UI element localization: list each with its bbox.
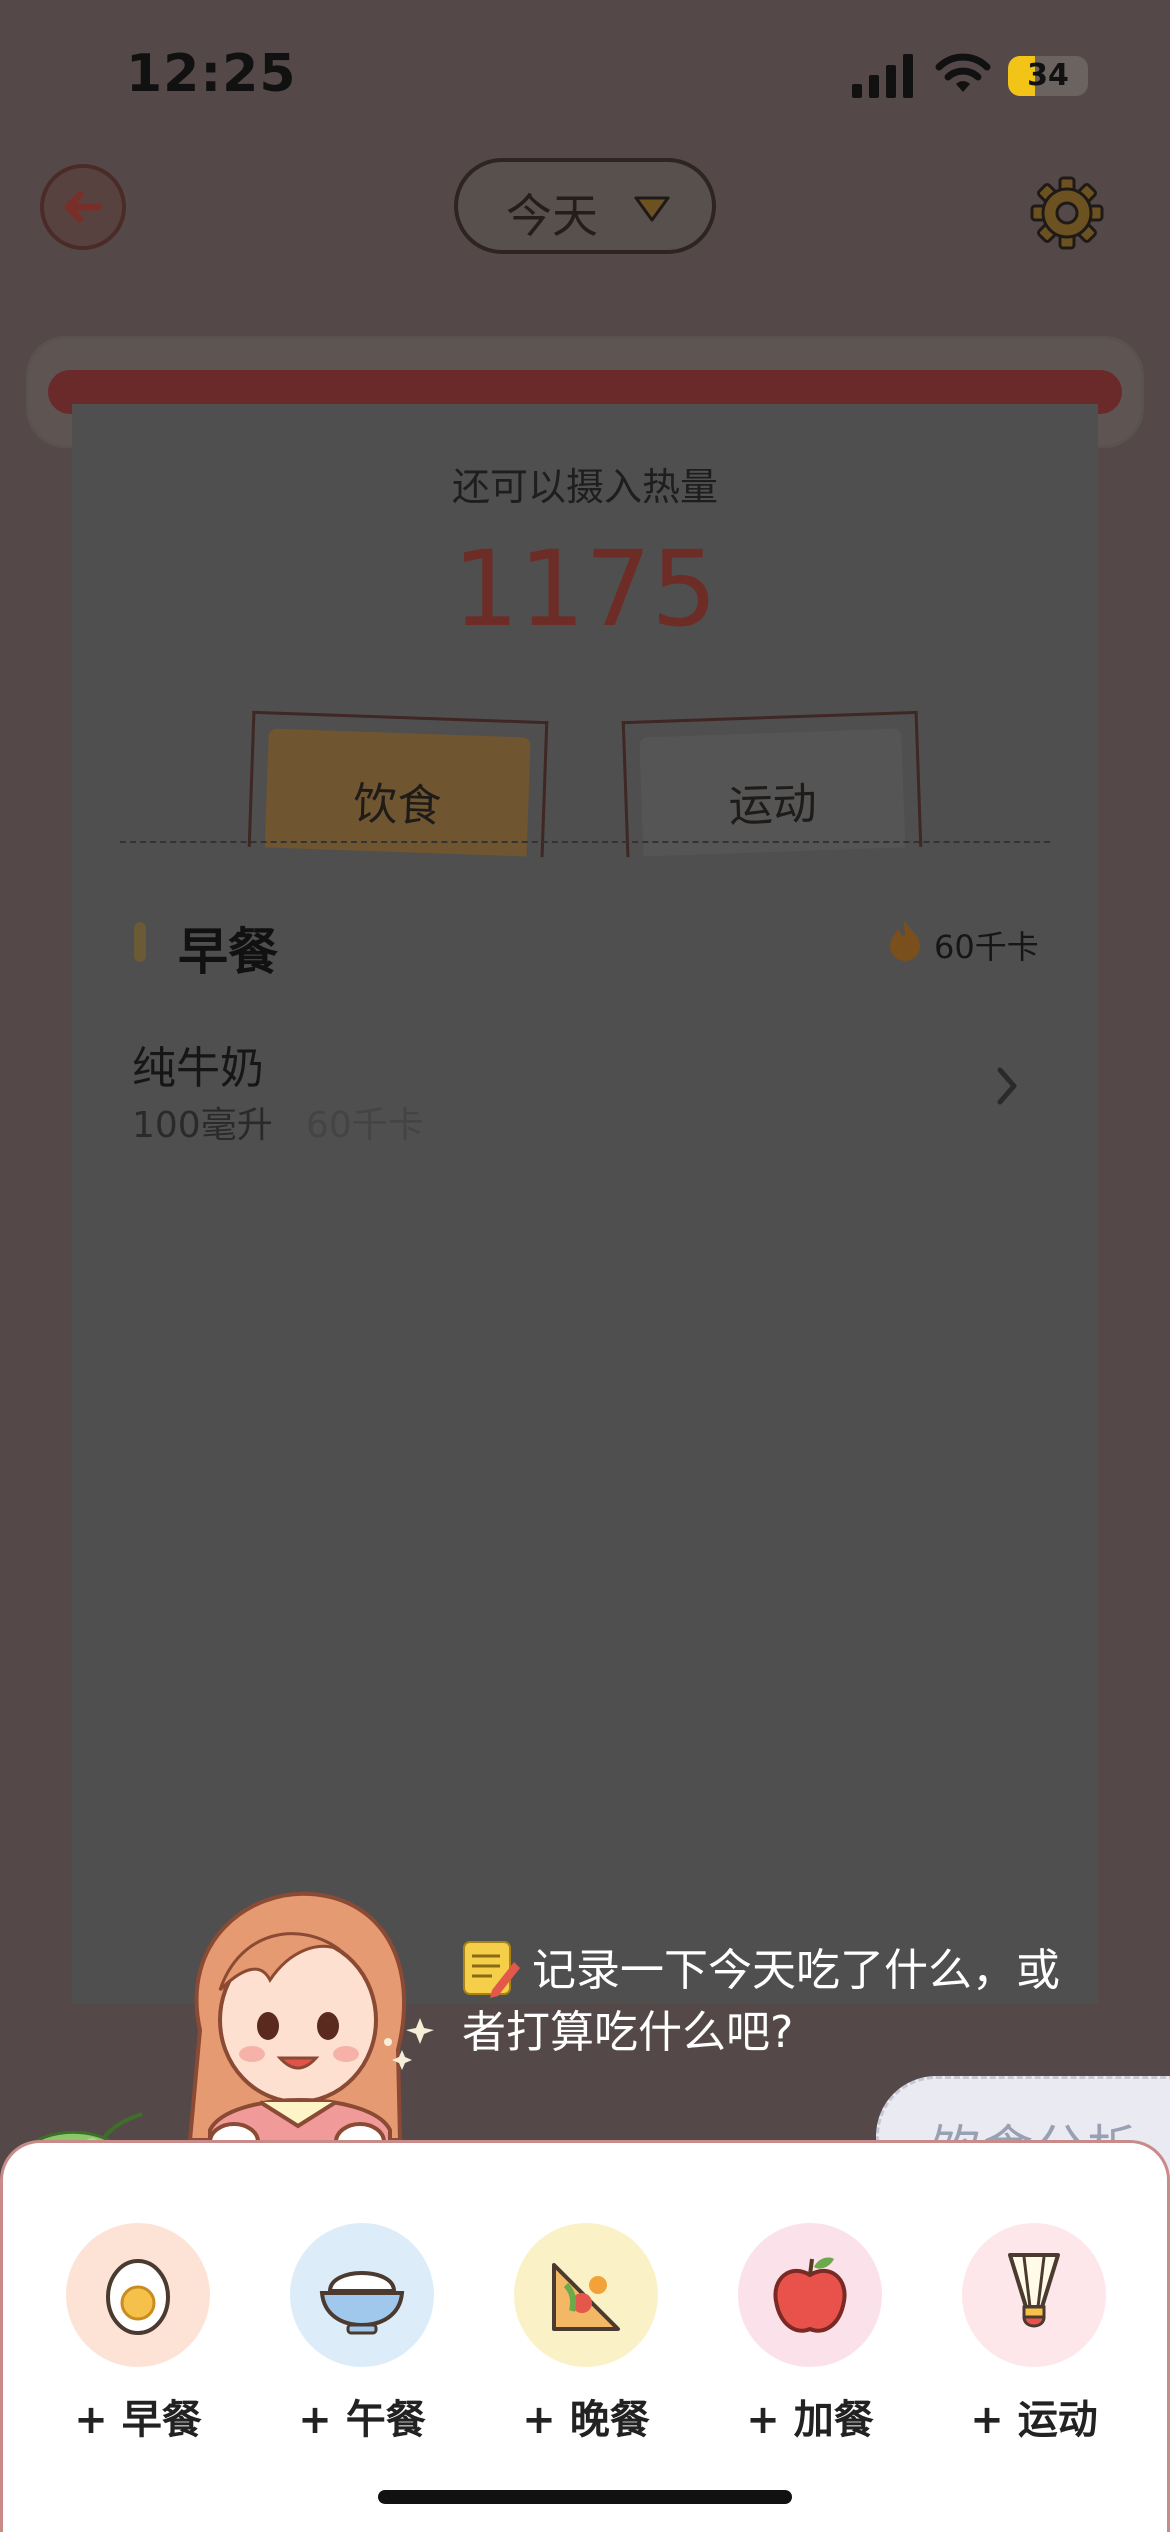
add-breakfast-label: + 早餐 [74, 2397, 202, 2443]
tab-divider [120, 841, 1050, 843]
status-time: 12:25 [126, 44, 297, 104]
add-snack-label: + 加餐 [746, 2397, 874, 2443]
egg-icon [106, 2259, 170, 2335]
food-calories: 60千卡 [306, 1105, 424, 1146]
add-lunch-button[interactable]: + 午餐 [277, 2223, 447, 2445]
add-dinner-button[interactable]: + 晚餐 [501, 2223, 671, 2445]
apple-icon [773, 2257, 847, 2333]
tab-diet-label: 饮食 [352, 778, 443, 833]
home-indicator [378, 2490, 792, 2504]
rice-bowl-icon [319, 2271, 405, 2335]
add-lunch-label: + 午餐 [298, 2397, 426, 2443]
flame-icon [890, 920, 920, 961]
sparkle-icon [384, 2018, 434, 2070]
add-dinner-icon-circle [514, 2223, 658, 2367]
chevron-right-icon [997, 1067, 1017, 1105]
food-name: 纯牛奶 [132, 1043, 264, 1094]
battery-indicator: 34 [1008, 56, 1088, 96]
sandwich-icon [552, 2263, 620, 2331]
settings-gear-icon[interactable] [1030, 176, 1104, 250]
add-exercise-icon-circle [962, 2223, 1106, 2367]
tip-message: 记录一下今天吃了什么，或者打算吃什么吧? [462, 1945, 1060, 2058]
back-arrow-icon [64, 191, 102, 223]
date-selector-label: 今天 [506, 189, 598, 243]
add-dinner-label: + 晚餐 [522, 2397, 650, 2443]
caret-down-icon [634, 196, 670, 222]
food-amount: 100毫升 [132, 1105, 273, 1146]
meal-section-calories: 60千卡 [934, 928, 1039, 966]
meal-section-marker [134, 922, 146, 962]
shuttlecock-icon [1008, 2253, 1060, 2328]
back-button[interactable] [40, 164, 126, 250]
battery-level: 34 [1027, 58, 1069, 93]
calories-remaining-value: 1175 [452, 528, 718, 650]
tab-diet[interactable]: 饮食 [247, 710, 549, 858]
add-snack-button[interactable]: + 加餐 [725, 2223, 895, 2445]
add-breakfast-icon-circle [66, 2223, 210, 2367]
date-selector[interactable]: 今天 [454, 158, 716, 254]
add-exercise-button[interactable]: + 运动 [949, 2223, 1119, 2445]
wifi-icon [935, 53, 991, 92]
diary-card: 还可以摄入热量 1175 饮食 运动 早餐 60千卡 纯牛奶 100毫升 60千… [72, 404, 1098, 2004]
quick-add-panel: + 早餐 + 午餐 + 晚餐 + 加餐 + 运动 [0, 2140, 1170, 2532]
add-exercise-label: + 运动 [970, 2397, 1098, 2443]
tab-exercise[interactable]: 运动 [621, 710, 923, 858]
meal-section-title: 早餐 [178, 923, 278, 981]
calories-remaining-title: 还可以摄入热量 [451, 465, 718, 509]
add-lunch-icon-circle [290, 2223, 434, 2367]
tab-exercise-label: 运动 [727, 778, 818, 833]
add-breakfast-button[interactable]: + 早餐 [53, 2223, 223, 2445]
add-snack-icon-circle [738, 2223, 882, 2367]
signal-icon [852, 54, 913, 98]
